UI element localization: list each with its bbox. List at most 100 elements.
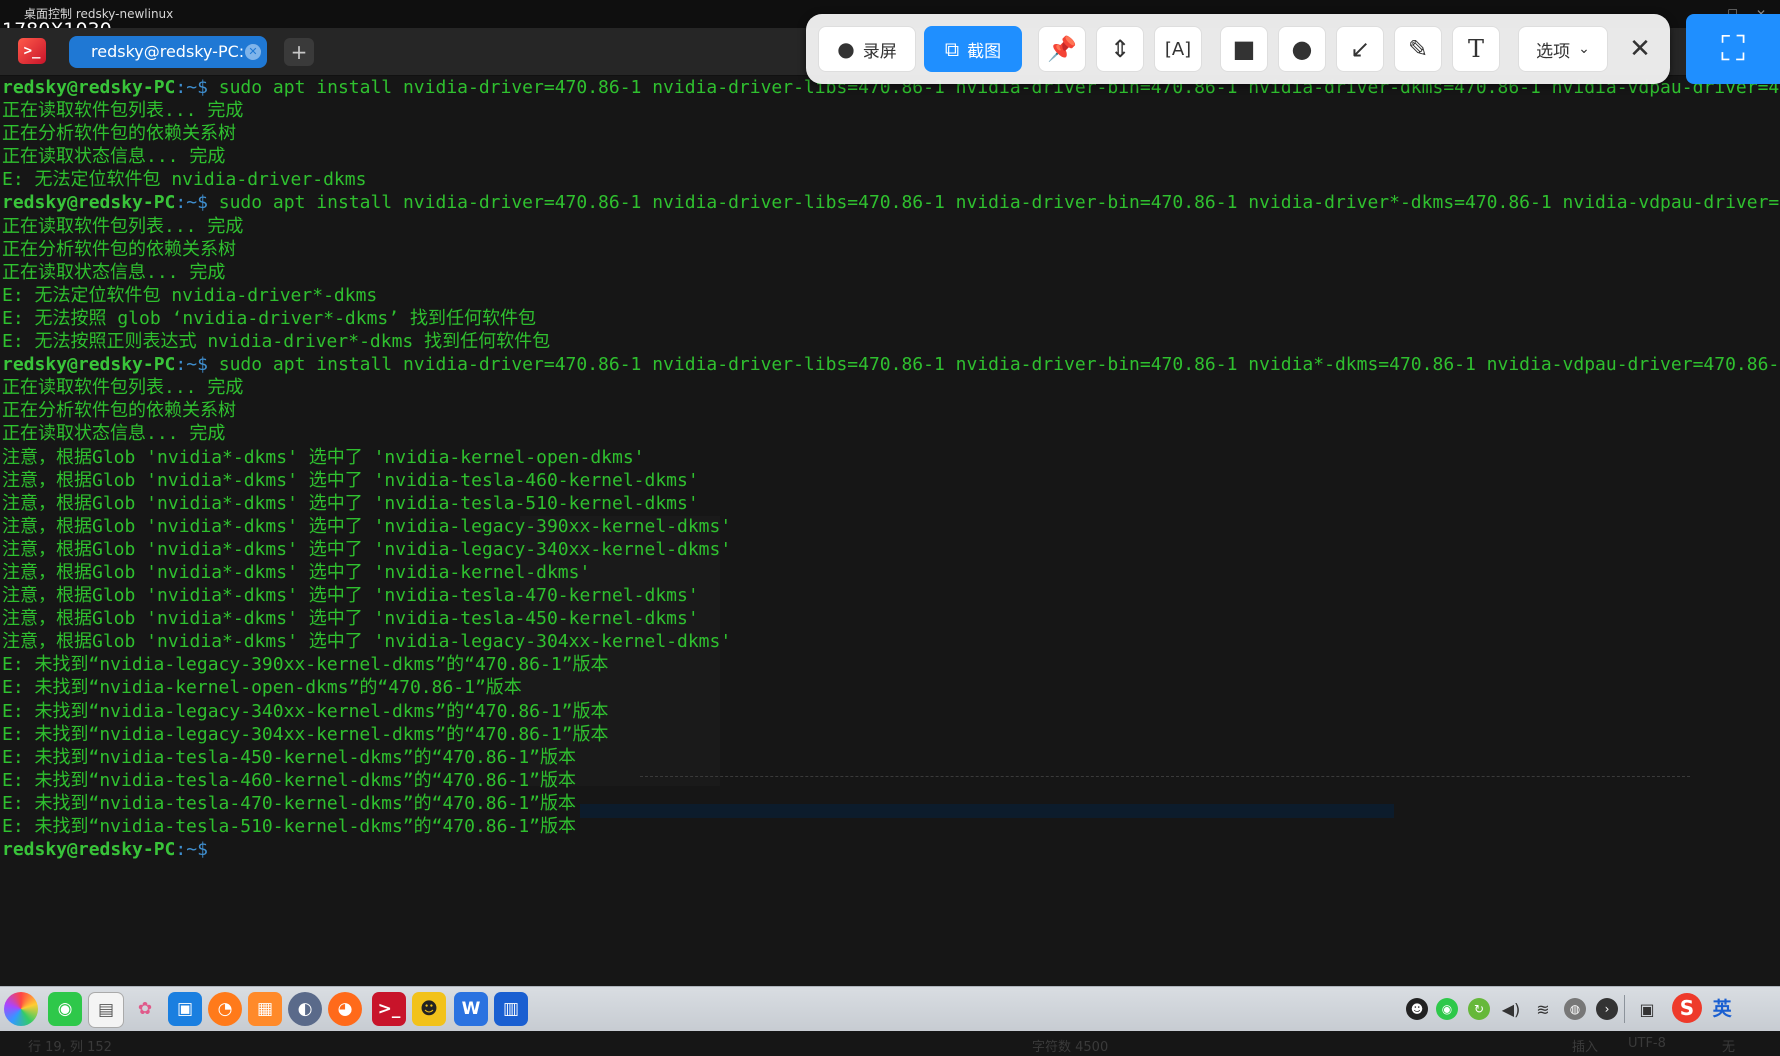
prompt-user: redsky@redsky-PC	[2, 77, 176, 98]
add-tab-button[interactable]: +	[284, 38, 314, 66]
output-text: 注意，根据Glob 'nvidia*-dkms' 选中了 'nvidia-tes…	[2, 469, 699, 491]
status-mode: 插入	[1572, 1040, 1599, 1055]
tab-terminal[interactable]: redsky@redsky-PC: ~ ✕	[69, 36, 267, 68]
sogou-icon: S	[1672, 993, 1702, 1023]
ocr-button[interactable]: [A]	[1154, 26, 1202, 72]
crop-button[interactable]: ⛶	[1686, 14, 1780, 84]
terminal-output-line: 注意，根据Glob 'nvidia*-dkms' 选中了 'nvidia-tes…	[2, 584, 1780, 607]
output-text: 正在读取状态信息... 完成	[2, 423, 226, 445]
output-text: E: 未找到“nvidia-tesla-510-kernel-dkms”的“47…	[2, 816, 576, 837]
screen-icon[interactable]: ▣	[1636, 998, 1658, 1020]
terminal-output-line: E: 未找到“nvidia-tesla-510-kernel-dkms”的“47…	[2, 815, 1780, 838]
terminal-output-line: 正在读取状态信息... 完成	[2, 422, 1780, 445]
terminal-lines: redsky@redsky-PC:~$ sudo apt install nvi…	[2, 76, 1780, 861]
output-text: E: 未找到“nvidia-tesla-470-kernel-dkms”的“47…	[2, 792, 576, 814]
ellipse-tool[interactable]: ●	[1278, 26, 1326, 72]
expand-icon[interactable]: ›	[1596, 998, 1618, 1020]
pen-tool[interactable]: ✎	[1394, 26, 1442, 72]
output-text: 正在分析软件包的依赖关系树	[2, 400, 236, 422]
output-text: 注意，根据Glob 'nvidia*-dkms' 选中了 'nvidia-leg…	[2, 631, 732, 653]
options-dropdown[interactable]: 选项 ⌄	[1518, 26, 1608, 72]
flower-icon[interactable]: ✿	[128, 992, 162, 1026]
terminal-output-line: 注意，根据Glob 'nvidia*-dkms' 选中了 'nvidia-tes…	[2, 492, 1780, 515]
output-text: 注意，根据Glob 'nvidia*-dkms' 选中了 'nvidia-leg…	[2, 515, 732, 537]
wifi-icon[interactable]: ≋	[1532, 998, 1554, 1020]
wps-icon[interactable]: W	[454, 992, 488, 1026]
command-text: sudo apt install nvidia-driver=470.86-1 …	[207, 354, 1780, 376]
volume-icon[interactable]: ◀)	[1500, 998, 1522, 1020]
browser-icon[interactable]: ◐	[288, 992, 322, 1026]
firefox-icon[interactable]: ◔	[208, 992, 242, 1026]
terminal-output-line: 正在读取软件包列表... 完成	[2, 99, 1780, 122]
output-text: 正在读取状态信息... 完成	[2, 261, 226, 283]
scroll-capture-icon: ⇕	[1109, 35, 1131, 63]
output-text: E: 未找到“nvidia-kernel-open-dkms”的“470.86-…	[2, 677, 522, 699]
ime-language: 英	[1712, 998, 1732, 1020]
text-tool[interactable]: T	[1452, 26, 1500, 72]
output-text: 注意，根据Glob 'nvidia*-dkms' 选中了 'nvidia-ker…	[2, 561, 591, 583]
output-text: 正在读取软件包列表... 完成	[2, 377, 244, 399]
terminal-output-line: 注意，根据Glob 'nvidia*-dkms' 选中了 'nvidia-leg…	[2, 538, 1780, 561]
rectangle-icon: ■	[1232, 35, 1256, 63]
output-text: E: 无法按照正则表达式 nvidia-driver*-dkms 找到任何软件包	[2, 331, 551, 353]
taskbar: ◉ ▤ ✿ ▣ ◔ ▦ ◐ ◕ >_ ☻ W ▥ ☻ ◉ ↻ ◀) ≋ ◍ › …	[0, 986, 1780, 1031]
terminal-app-icon[interactable]: >_	[18, 38, 46, 64]
capture-icon: ⧉	[944, 37, 960, 61]
terminal-output-line: 正在读取软件包列表... 完成	[2, 215, 1780, 238]
terminal-command-line: redsky@redsky-PC:~$ sudo apt install nvi…	[2, 191, 1780, 214]
qq-icon[interactable]: ☻	[412, 992, 446, 1026]
terminal-command-line: redsky@redsky-PC:~$ sudo apt install nvi…	[2, 353, 1780, 376]
app-store-icon[interactable]: ▣	[168, 992, 202, 1026]
output-text: E: 未找到“nvidia-legacy-304xx-kernel-dkms”的…	[2, 723, 609, 745]
output-text: 正在分析软件包的依赖关系树	[2, 123, 236, 145]
status-position: 行 19, 列 152	[28, 1040, 112, 1055]
wechat-icon[interactable]: ◉	[48, 992, 82, 1026]
prompt-user: redsky@redsky-PC	[2, 839, 176, 861]
terminal-output-line: 注意，根据Glob 'nvidia*-dkms' 选中了 'nvidia-leg…	[2, 630, 1780, 653]
firefox-alt-icon[interactable]: ◕	[328, 992, 362, 1026]
terminal-icon[interactable]: >_	[372, 992, 406, 1026]
scroll-capture-button[interactable]: ⇕	[1096, 26, 1144, 72]
record-icon: ●	[837, 37, 855, 61]
terminal-output-line: E: 未找到“nvidia-tesla-450-kernel-dkms”的“47…	[2, 746, 1780, 769]
pin-icon: 📌	[1047, 35, 1077, 63]
terminal-output-line: 正在读取软件包列表... 完成	[2, 376, 1780, 399]
text-icon: T	[1467, 35, 1484, 63]
capture-button[interactable]: ⧉ 截图	[924, 26, 1022, 72]
close-screenshot-button[interactable]: ✕	[1620, 26, 1660, 72]
wechat-tray-icon[interactable]: ◉	[1436, 998, 1458, 1020]
rectangle-tool[interactable]: ■	[1220, 26, 1268, 72]
mouse-icon[interactable]: ◍	[1564, 998, 1586, 1020]
screenshot-toolbar: ● 录屏 ⧉ 截图 📌 ⇕ [A] ■ ● ↙ ✎ T 选项 ⌄ ✕	[806, 14, 1670, 84]
tab-close-icon[interactable]: ✕	[245, 44, 261, 60]
command-text: sudo apt install nvidia-driver=470.86-1 …	[207, 192, 1780, 214]
terminal-output-line: 正在分析软件包的依赖关系树	[2, 238, 1780, 261]
prompt-path: :~$	[175, 77, 208, 98]
output-text: E: 无法定位软件包 nvidia-driver*-dkms	[2, 284, 378, 306]
terminal-output-line: 注意，根据Glob 'nvidia*-dkms' 选中了 'nvidia-leg…	[2, 515, 1780, 538]
word-icon[interactable]: ▥	[494, 992, 528, 1026]
terminal-output-line: 注意，根据Glob 'nvidia*-dkms' 选中了 'nvidia-ker…	[2, 561, 1780, 584]
prompt-user: redsky@redsky-PC	[2, 192, 176, 214]
launcher-icon[interactable]	[4, 992, 38, 1026]
qq-tray-icon[interactable]: ☻	[1406, 998, 1428, 1020]
sync-tray-icon[interactable]: ↻	[1468, 998, 1490, 1020]
output-text: E: 未找到“nvidia-legacy-390xx-kernel-dkms”的…	[2, 654, 609, 676]
terminal-output-line: E: 无法按照 glob ‘nvidia-driver*-dkms’ 找到任何软…	[2, 307, 1780, 330]
terminal-output-line: E: 未找到“nvidia-kernel-open-dkms”的“470.86-…	[2, 676, 1780, 699]
ime-indicator[interactable]: S 英	[1672, 993, 1780, 1025]
output-text: 注意，根据Glob 'nvidia*-dkms' 选中了 'nvidia-ker…	[2, 446, 645, 468]
terminal-output-line: 注意，根据Glob 'nvidia*-dkms' 选中了 'nvidia-tes…	[2, 607, 1780, 630]
terminal-output-line: 正在分析软件包的依赖关系树	[2, 122, 1780, 145]
tray-separator	[1624, 995, 1625, 1023]
package-icon[interactable]: ▦	[248, 992, 282, 1026]
arrow-tool[interactable]: ↙	[1336, 26, 1384, 72]
record-screen-button[interactable]: ● 录屏	[818, 26, 916, 72]
output-text: 注意，根据Glob 'nvidia*-dkms' 选中了 'nvidia-tes…	[2, 608, 699, 630]
pen-icon: ✎	[1407, 35, 1429, 63]
terminal-output[interactable]: redsky@redsky-PC:~$ sudo apt install nvi…	[0, 76, 1780, 1055]
output-text: 注意，根据Glob 'nvidia*-dkms' 选中了 'nvidia-leg…	[2, 538, 732, 560]
notes-icon[interactable]: ▤	[88, 992, 124, 1028]
output-text: 注意，根据Glob 'nvidia*-dkms' 选中了 'nvidia-tes…	[2, 492, 699, 514]
pin-button[interactable]: 📌	[1038, 26, 1086, 72]
